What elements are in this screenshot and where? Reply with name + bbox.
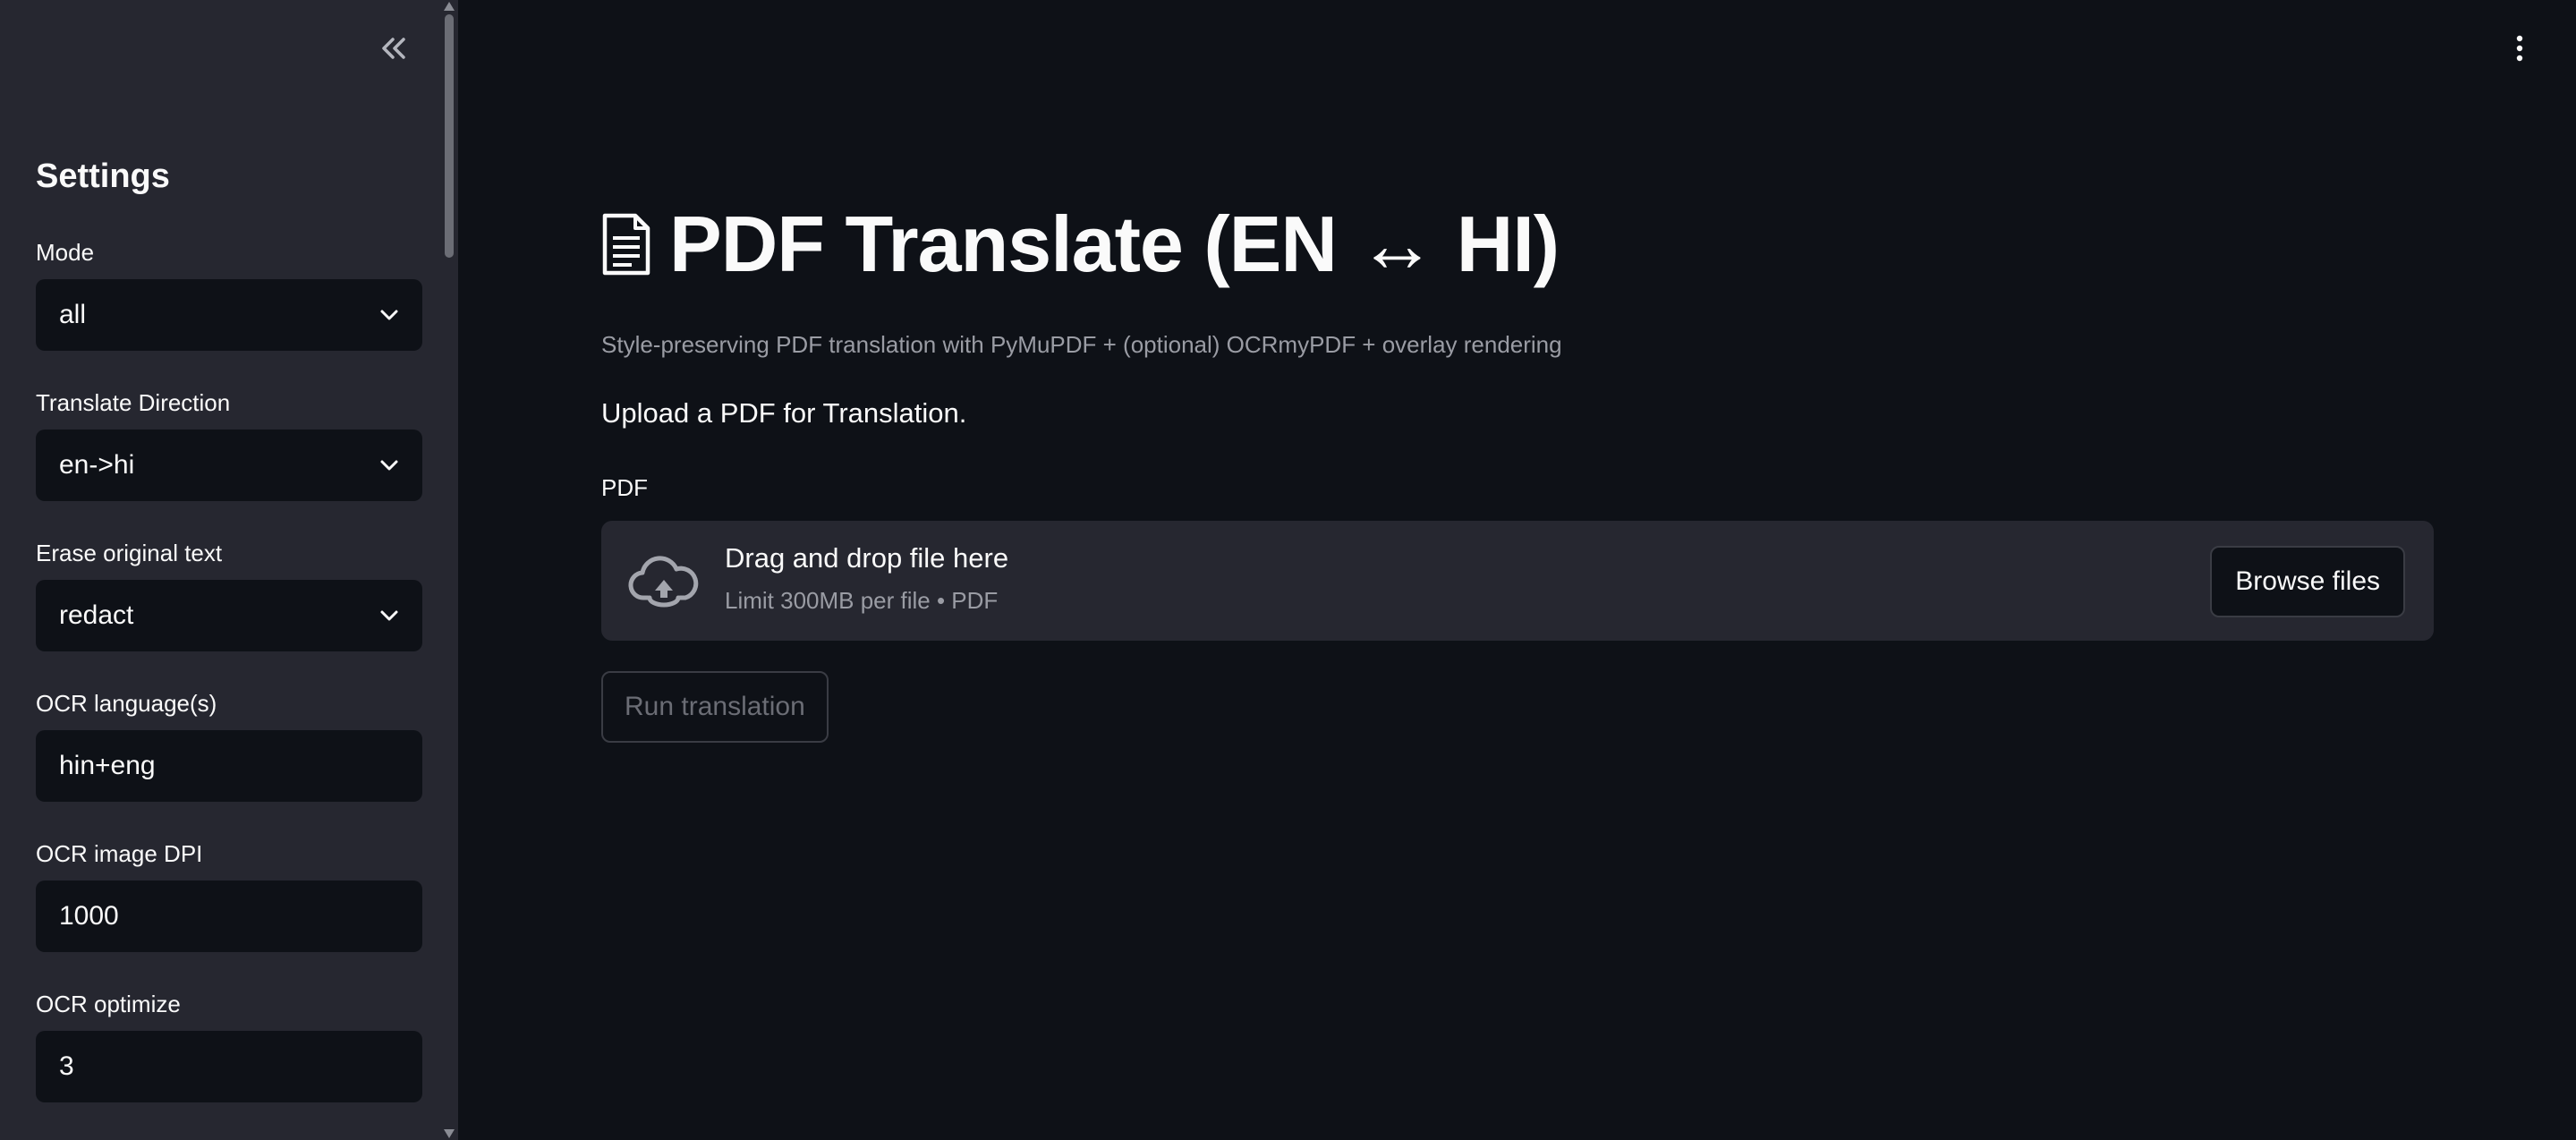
collapse-sidebar-button[interactable] bbox=[376, 30, 412, 66]
browse-files-button[interactable]: Browse files bbox=[2210, 546, 2405, 617]
mode-select[interactable]: all bbox=[36, 279, 422, 351]
app-root: Settings Mode all Translate Direction en… bbox=[0, 0, 2576, 1140]
document-icon bbox=[601, 213, 651, 276]
chevron-down-icon bbox=[379, 309, 399, 321]
scrollbar-thumb[interactable] bbox=[445, 14, 454, 258]
dropzone-title: Drag and drop file here bbox=[725, 542, 1009, 574]
translate-direction-label: Translate Direction bbox=[36, 389, 231, 416]
page-title-text: PDF Translate (EN ↔ HI) bbox=[669, 200, 1560, 288]
mode-value: all bbox=[59, 300, 87, 329]
scroll-up-arrow-icon[interactable] bbox=[444, 2, 455, 11]
erase-original-text-select[interactable]: redact bbox=[36, 580, 422, 651]
ocr-languages-field: OCR language(s) bbox=[36, 687, 422, 802]
ocr-optimize-input[interactable] bbox=[36, 1031, 422, 1102]
page-caption: Style-preserving PDF translation with Py… bbox=[601, 331, 1562, 358]
translate-direction-select[interactable]: en->hi bbox=[36, 430, 422, 501]
mode-field: Mode all bbox=[36, 236, 422, 351]
ocr-optimize-field: OCR optimize bbox=[36, 988, 422, 1102]
chevron-down-icon bbox=[379, 609, 399, 622]
cloud-upload-icon bbox=[628, 556, 699, 608]
run-translation-button[interactable]: Run translation bbox=[601, 671, 829, 743]
scroll-down-arrow-icon[interactable] bbox=[444, 1129, 455, 1138]
ocr-image-dpi-field: OCR image DPI bbox=[36, 838, 422, 952]
ocr-optimize-label: OCR optimize bbox=[36, 991, 181, 1017]
translate-direction-value: en->hi bbox=[59, 450, 135, 480]
ocr-languages-label: OCR language(s) bbox=[36, 690, 217, 717]
mode-label: Mode bbox=[36, 239, 95, 266]
erase-original-text-field: Erase original text redact bbox=[36, 537, 422, 651]
ocr-languages-input[interactable] bbox=[36, 730, 422, 802]
page-title: PDF Translate (EN ↔ HI) bbox=[601, 199, 1560, 290]
main-menu-button[interactable] bbox=[2502, 30, 2538, 66]
erase-original-text-label: Erase original text bbox=[36, 540, 223, 566]
chevron-down-icon bbox=[379, 459, 399, 472]
sidebar-scrollbar[interactable] bbox=[442, 0, 458, 1140]
upload-prompt: Upload a PDF for Translation. bbox=[601, 397, 967, 429]
kebab-menu-icon bbox=[2516, 35, 2523, 62]
erase-original-text-value: redact bbox=[59, 600, 134, 630]
double-chevron-left-icon bbox=[382, 38, 405, 59]
uploader-label: PDF bbox=[601, 474, 648, 501]
dropzone-limit: Limit 300MB per file • PDF bbox=[725, 587, 999, 614]
sidebar-title: Settings bbox=[36, 157, 170, 195]
translate-direction-field: Translate Direction en->hi bbox=[36, 387, 422, 501]
ocr-image-dpi-label: OCR image DPI bbox=[36, 840, 203, 867]
file-dropzone[interactable]: Drag and drop file here Limit 300MB per … bbox=[601, 521, 2434, 641]
ocr-image-dpi-input[interactable] bbox=[36, 881, 422, 952]
sidebar: Settings Mode all Translate Direction en… bbox=[0, 0, 458, 1140]
